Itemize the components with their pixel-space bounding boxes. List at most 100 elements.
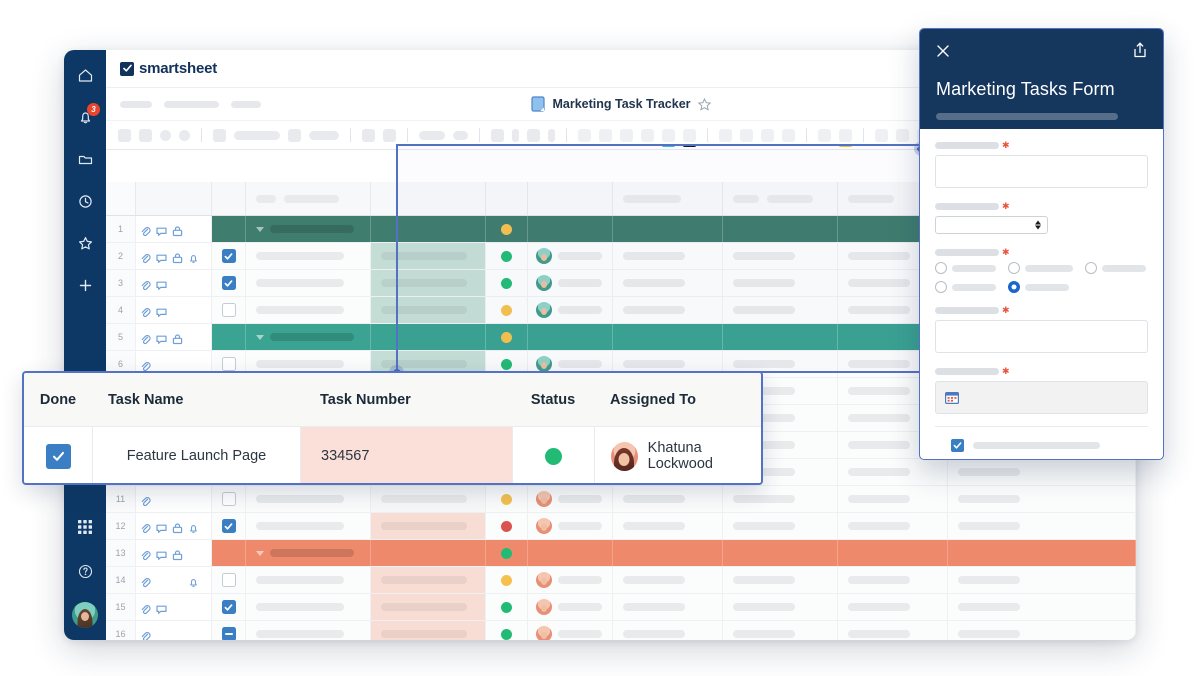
data-cell[interactable] bbox=[613, 513, 723, 539]
toolbar-fill-color-button[interactable] bbox=[683, 128, 696, 147]
task-number-cell[interactable] bbox=[371, 486, 486, 512]
assigned-to-cell[interactable] bbox=[528, 270, 613, 296]
data-cell[interactable] bbox=[723, 486, 838, 512]
bell-icon[interactable] bbox=[188, 521, 199, 533]
callout-status-cell[interactable] bbox=[512, 427, 594, 483]
chevron-down-icon[interactable] bbox=[256, 226, 264, 232]
star-icon[interactable] bbox=[72, 230, 98, 256]
table-row[interactable]: 14 bbox=[106, 567, 1136, 594]
comment-icon[interactable] bbox=[156, 305, 167, 317]
callout-done-cell[interactable] bbox=[24, 427, 92, 483]
status-cell[interactable] bbox=[486, 324, 528, 350]
comment-icon[interactable] bbox=[156, 251, 167, 263]
radio-option-selected[interactable] bbox=[1008, 281, 1020, 293]
status-cell[interactable] bbox=[486, 513, 528, 539]
callout-task-number-cell[interactable]: 334567 bbox=[300, 427, 512, 483]
table-row[interactable]: 13 bbox=[106, 540, 1136, 567]
menu-item-placeholder[interactable] bbox=[231, 100, 261, 108]
done-checkbox-checked[interactable] bbox=[221, 249, 236, 263]
data-cell[interactable] bbox=[723, 621, 838, 640]
data-cell[interactable] bbox=[613, 486, 723, 512]
column-header[interactable] bbox=[528, 182, 613, 215]
status-cell[interactable] bbox=[486, 594, 528, 620]
toolbar-button[interactable] bbox=[620, 128, 633, 142]
data-cell[interactable] bbox=[723, 513, 838, 539]
task-number-cell[interactable] bbox=[371, 594, 486, 620]
grid-apps-icon[interactable] bbox=[72, 514, 98, 540]
status-cell[interactable] bbox=[486, 621, 528, 640]
question-circle-icon[interactable] bbox=[72, 558, 98, 584]
menu-item-placeholder[interactable] bbox=[120, 100, 152, 108]
group-row-cell[interactable] bbox=[948, 540, 1136, 566]
lock-icon[interactable] bbox=[172, 548, 183, 560]
group-row-cell[interactable] bbox=[613, 216, 723, 242]
attach-icon[interactable] bbox=[140, 602, 151, 614]
column-header[interactable] bbox=[136, 182, 212, 215]
done-cell[interactable] bbox=[212, 567, 246, 593]
comment-icon[interactable] bbox=[156, 602, 167, 614]
star-outline-icon[interactable] bbox=[697, 97, 711, 111]
data-cell[interactable] bbox=[838, 621, 948, 640]
lock-icon[interactable] bbox=[172, 332, 183, 344]
task-name-cell[interactable] bbox=[246, 297, 371, 323]
user-avatar[interactable] bbox=[72, 602, 98, 628]
comment-icon[interactable] bbox=[156, 224, 167, 236]
callout-task-name-cell[interactable]: Feature Launch Page bbox=[92, 427, 300, 483]
radio-option[interactable] bbox=[1085, 262, 1097, 274]
bell-icon[interactable]: 3 bbox=[72, 103, 100, 130]
consent-checkbox-row[interactable] bbox=[935, 439, 1148, 452]
attach-icon[interactable] bbox=[140, 359, 151, 371]
toolbar-button[interactable] bbox=[599, 128, 612, 142]
column-header[interactable] bbox=[106, 182, 136, 215]
smartsheet-logo[interactable]: smartsheet bbox=[120, 60, 217, 77]
column-header[interactable] bbox=[486, 182, 528, 215]
toolbar-dropdown[interactable] bbox=[234, 130, 280, 140]
group-row-cell[interactable] bbox=[613, 324, 723, 350]
task-number-cell[interactable] bbox=[371, 621, 486, 640]
group-row-title-cell[interactable] bbox=[246, 324, 371, 350]
date-input[interactable] bbox=[935, 381, 1148, 414]
toolbar-highlight-button[interactable] bbox=[839, 128, 852, 147]
column-header[interactable] bbox=[246, 182, 371, 215]
chevron-down-icon[interactable] bbox=[256, 334, 264, 340]
toolbar-button[interactable] bbox=[179, 129, 190, 141]
done-checkbox-unchecked[interactable] bbox=[221, 492, 236, 506]
task-number-cell[interactable] bbox=[371, 297, 486, 323]
radio-option[interactable] bbox=[935, 281, 947, 293]
done-checkbox-checked[interactable] bbox=[221, 600, 236, 614]
done-checkbox-unchecked[interactable] bbox=[221, 357, 236, 371]
group-row-cell[interactable] bbox=[371, 216, 486, 242]
attach-icon[interactable] bbox=[140, 332, 151, 344]
group-row-title-cell[interactable] bbox=[246, 540, 371, 566]
attach-icon[interactable] bbox=[140, 575, 151, 587]
group-row-cell[interactable] bbox=[838, 540, 948, 566]
task-name-cell[interactable] bbox=[246, 594, 371, 620]
toolbar-button[interactable] bbox=[896, 128, 909, 142]
callout-assigned-to-cell[interactable]: Khatuna Lockwood bbox=[594, 427, 761, 483]
toolbar-button[interactable] bbox=[383, 128, 396, 142]
clock-icon[interactable] bbox=[72, 188, 98, 214]
column-header[interactable] bbox=[613, 182, 723, 215]
group-row-cell[interactable] bbox=[723, 216, 838, 242]
assigned-to-cell[interactable] bbox=[528, 486, 613, 512]
data-cell[interactable] bbox=[613, 621, 723, 640]
radio-option[interactable] bbox=[1008, 262, 1020, 274]
done-checkbox-unchecked[interactable] bbox=[221, 303, 236, 317]
assigned-to-cell[interactable] bbox=[528, 567, 613, 593]
toolbar-button[interactable] bbox=[213, 128, 226, 142]
done-checkbox-checked[interactable] bbox=[221, 519, 236, 533]
comment-icon[interactable] bbox=[156, 521, 167, 533]
toolbar-dropdown[interactable] bbox=[309, 130, 339, 140]
text-input[interactable] bbox=[935, 155, 1148, 188]
task-name-cell[interactable] bbox=[246, 243, 371, 269]
table-row[interactable]: 15 bbox=[106, 594, 1136, 621]
toolbar-dropdown[interactable] bbox=[453, 130, 468, 140]
home-icon[interactable] bbox=[72, 62, 98, 88]
share-upload-icon[interactable] bbox=[1132, 41, 1148, 59]
folder-icon[interactable] bbox=[72, 146, 98, 172]
status-cell[interactable] bbox=[486, 243, 528, 269]
comment-icon[interactable] bbox=[156, 278, 167, 290]
attach-icon[interactable] bbox=[140, 521, 151, 533]
data-cell[interactable] bbox=[948, 621, 1136, 640]
data-cell[interactable] bbox=[838, 459, 948, 485]
